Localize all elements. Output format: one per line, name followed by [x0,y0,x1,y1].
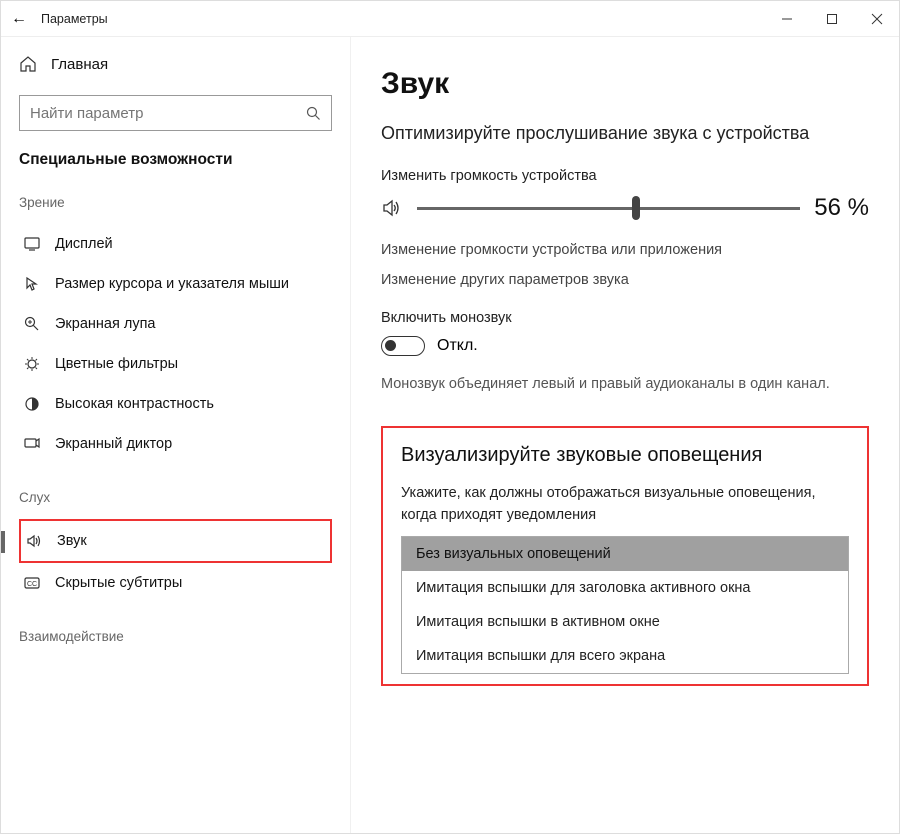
sound-icon [25,532,43,550]
mono-description: Монозвук объединяет левый и правый аудио… [381,374,869,396]
contrast-icon [23,395,41,413]
app-volume-link[interactable]: Изменение громкости устройства или прило… [381,242,869,258]
group-heading: Взаимодействие [19,629,332,644]
sidebar-item-дисплей[interactable]: Дисплей [19,224,332,264]
sidebar-item-label: Высокая контрастность [55,396,214,412]
maximize-button[interactable] [809,1,854,37]
sidebar-item-размер-курсора-и-указателя-мыши[interactable]: Размер курсора и указателя мыши [19,264,332,304]
other-sound-link[interactable]: Изменение других параметров звука [381,272,869,288]
dropdown-option[interactable]: Имитация вспышки для всего экрана [402,639,848,673]
volume-slider[interactable] [417,197,800,219]
sidebar-item-цветные-фильтры[interactable]: Цветные фильтры [19,344,332,384]
magnifier-icon [23,315,41,333]
speaker-icon [381,197,403,219]
minimize-button[interactable] [764,1,809,37]
home-label: Главная [51,56,108,73]
sidebar-item-label: Цветные фильтры [55,356,178,372]
main-content: Звук Оптимизируйте прослушивание звука с… [351,37,899,833]
display-icon [23,235,41,253]
titlebar: ← Параметры [1,1,899,37]
cc-icon: CC [23,574,41,592]
home-icon [19,55,37,73]
sidebar-item-label: Звук [57,533,87,549]
visual-alerts-section: Визуализируйте звуковые оповещения Укажи… [381,426,869,687]
cursor-icon [23,275,41,293]
volume-row: 56 % [381,194,869,222]
sidebar-item-экранный-диктор[interactable]: Экранный диктор [19,424,332,464]
mono-label: Включить монозвук [381,310,869,326]
sidebar: Главная Специальные возможности Зрение Ди… [1,37,351,833]
sidebar-item-label: Размер курсора и указателя мыши [55,276,289,292]
volume-value: 56 % [814,194,869,222]
narrator-icon [23,435,41,453]
page-title: Звук [381,67,869,101]
page-subtitle: Оптимизируйте прослушивание звука с устр… [381,121,869,146]
accent-bar [1,531,5,553]
sidebar-item-скрытые-субтитры[interactable]: CC Скрытые субтитры [19,563,332,603]
dropdown-option[interactable]: Без визуальных оповещений [402,537,848,571]
window-title: Параметры [41,12,764,26]
search-box[interactable] [19,95,332,131]
mono-toggle[interactable] [381,336,425,356]
home-link[interactable]: Главная [19,55,332,73]
svg-text:CC: CC [27,581,37,588]
sidebar-item-label: Экранная лупа [55,316,155,332]
search-icon [306,106,321,121]
color-filter-icon [23,355,41,373]
back-button[interactable]: ← [11,10,41,28]
section-heading: Специальные возможности [19,151,332,169]
sidebar-item-высокая-контрастность[interactable]: Высокая контрастность [19,384,332,424]
visual-alerts-dropdown[interactable]: Без визуальных оповещенийИмитация вспышк… [401,536,849,674]
dropdown-option[interactable]: Имитация вспышки в активном окне [402,605,848,639]
sidebar-item-экранная-лупа[interactable]: Экранная лупа [19,304,332,344]
group-heading: Слух [19,490,332,505]
sidebar-item-звук[interactable]: Звук [19,519,332,563]
close-button[interactable] [854,1,899,37]
sidebar-item-label: Скрытые субтитры [55,575,182,591]
visual-alerts-desc: Укажите, как должны отображаться визуаль… [401,483,849,527]
visual-alerts-title: Визуализируйте звуковые оповещения [401,444,849,467]
sidebar-item-label: Экранный диктор [55,436,172,452]
search-input[interactable] [30,105,306,122]
mono-state: Откл. [437,337,478,355]
dropdown-option[interactable]: Имитация вспышки для заголовка активного… [402,571,848,605]
window-controls [764,1,899,37]
volume-label: Изменить громкость устройства [381,168,869,184]
group-heading: Зрение [19,195,332,210]
sidebar-item-label: Дисплей [55,236,113,252]
